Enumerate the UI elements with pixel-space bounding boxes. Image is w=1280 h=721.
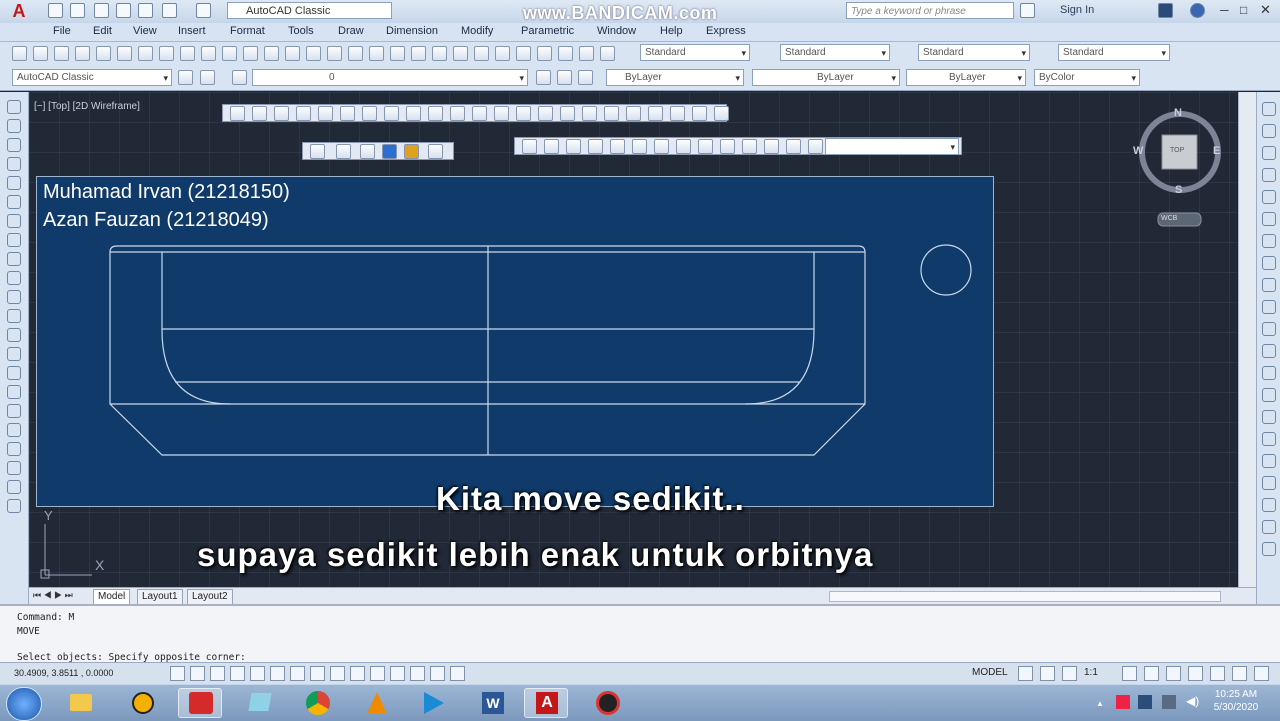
drafting-toggle-icon-9[interactable] [330,666,345,681]
app-taskbar-icon[interactable] [238,688,282,718]
drafting-toggle-icon-4[interactable] [230,666,245,681]
status-tool-icon-4[interactable] [1122,666,1137,681]
command-history-2: MOVE [17,626,40,637]
tray-app-icon[interactable] [1116,695,1130,709]
command-window[interactable]: Command: M MOVE Select objects: Specify … [0,604,1280,664]
ucs-x-label: X [95,557,105,573]
tray-expand-icon[interactable]: ▲ [1096,699,1104,708]
autocad-taskbar-icon[interactable] [120,688,164,718]
status-tool-icon-9[interactable] [1232,666,1247,681]
compass-east[interactable]: E [1213,145,1220,157]
horizontal-scrollbar[interactable] [829,591,1221,602]
chrome-taskbar-icon[interactable] [296,688,340,718]
ucs-icon [40,524,92,579]
status-tool-icon-3[interactable] [1062,666,1077,681]
wcs-menu[interactable]: WCB [1161,215,1177,222]
viewcube-top-face[interactable]: TOP [1170,147,1184,154]
status-tool-icon-7[interactable] [1188,666,1203,681]
annotation-scale[interactable]: 1:1 [1084,667,1098,678]
status-tool-icon-1[interactable] [1018,666,1033,681]
tab-model[interactable]: Model [93,589,131,605]
bandicam-taskbar-icon[interactable] [178,688,222,718]
drafting-toggle-icon-11[interactable] [370,666,385,681]
tab-layout2[interactable]: Layout2 [187,589,233,605]
status-tool-icon-5[interactable] [1144,666,1159,681]
vlc-taskbar-icon[interactable] [354,688,398,718]
media-player-taskbar-icon[interactable] [410,688,454,718]
tab-layout1[interactable]: Layout1 [137,589,183,605]
subtitle-line-2: supaya sedikit lebih enak untuk orbitnya [197,536,874,573]
command-history-1: Command: M [17,612,75,623]
drafting-toggle-icon-6[interactable] [270,666,285,681]
tab-navigation-arrows[interactable]: ⏮ ◀ ▶ ⏭ [33,590,73,601]
drafting-toggle-icon-5[interactable] [250,666,265,681]
circle-object [920,244,972,296]
autocad-active-taskbar-icon[interactable]: A [524,688,568,718]
drafting-toggle-icon-12[interactable] [390,666,405,681]
tray-volume-icon[interactable]: ◀) [1186,694,1199,708]
drafting-toggle-icon-2[interactable] [190,666,205,681]
recorder-taskbar-icon[interactable] [586,688,630,718]
tray-display-icon[interactable] [1162,695,1176,709]
drafting-toggle-icon-1[interactable] [170,666,185,681]
taskbar-clock[interactable]: 10:25 AM 5/30/2020 [1206,688,1266,714]
drafting-toggle-icon-13[interactable] [410,666,425,681]
start-button[interactable] [6,687,42,721]
tray-network-icon[interactable] [1138,695,1152,709]
drafting-toggle-icon-15[interactable] [450,666,465,681]
drafting-toggle-icon-7[interactable] [290,666,305,681]
viewcube [1139,111,1221,227]
drafting-toggle-icon-14[interactable] [430,666,445,681]
layout-tabs: ⏮ ◀ ▶ ⏭ Model Layout1 Layout2 [29,587,1256,605]
status-tool-icon-10[interactable] [1254,666,1269,681]
word-taskbar-icon[interactable]: W [470,688,514,718]
ucs-y-label: Y [44,508,53,523]
windows-taskbar: W A ▲ ◀) [0,684,1280,721]
status-tool-icon-8[interactable] [1210,666,1225,681]
model-space-toggle[interactable]: MODEL [972,667,1008,678]
compass-south[interactable]: S [1175,184,1182,196]
clock-date: 5/30/2020 [1213,702,1259,713]
status-tool-icon-6[interactable] [1166,666,1181,681]
compass-west[interactable]: W [1133,145,1143,157]
status-tool-icon-2[interactable] [1040,666,1055,681]
compass-north[interactable]: N [1174,107,1182,119]
status-bar: 30.4909, 3.8511 , 0.0000 MODEL 1:1 [0,662,1280,685]
drafting-toggle-icon-10[interactable] [350,666,365,681]
explorer-taskbar-icon[interactable] [58,688,102,718]
subtitle-line-1: Kita move sedikit.. [436,480,745,517]
coordinate-readout[interactable]: 30.4909, 3.8511 , 0.0000 [14,668,113,678]
drafting-toggle-icon-3[interactable] [210,666,225,681]
drafting-toggle-icon-8[interactable] [310,666,325,681]
clock-time: 10:25 AM [1214,689,1258,700]
